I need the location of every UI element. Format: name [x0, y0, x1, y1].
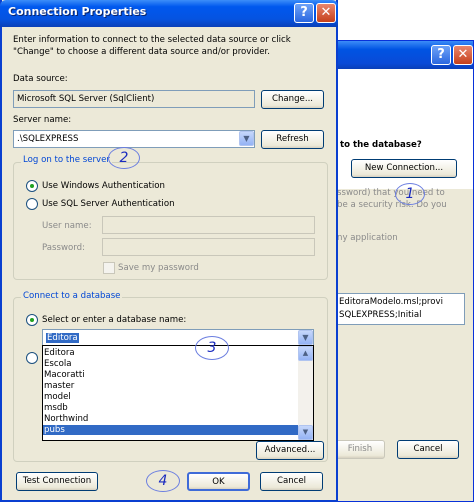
intro-text-line: Enter information to connect to the sele… [13, 35, 291, 45]
test-connection-button[interactable]: Test Connection [16, 472, 98, 491]
finish-button[interactable]: Finish [335, 440, 385, 459]
database-name-value: Editora [46, 333, 79, 343]
dialog-title: Connection Properties [8, 5, 147, 18]
dialog-help-button[interactable]: ? [294, 3, 314, 23]
list-item[interactable]: Macoratti [43, 370, 299, 380]
password-field[interactable] [102, 238, 315, 256]
save-password-label: Save my password [118, 263, 199, 273]
data-source-wizard-window: ? ✕ to the database? New Connection... s… [335, 40, 474, 502]
wizard-heading: to the database? [340, 140, 422, 150]
ok-button[interactable]: OK [187, 472, 250, 491]
connection-properties-dialog: Connection Properties ? ✕ Enter informat… [0, 0, 338, 502]
annotation-3: 3 [195, 336, 229, 360]
list-item[interactable]: model [43, 392, 299, 402]
scroll-up-icon[interactable]: ▲ [298, 346, 313, 361]
annotation-2: 2 [108, 147, 140, 169]
attach-database-radio[interactable] [26, 352, 38, 364]
select-database-label[interactable]: Select or enter a database name: [42, 315, 186, 325]
server-name-value: .\SQLEXPRESS [17, 134, 79, 144]
new-connection-button[interactable]: New Connection... [351, 159, 457, 178]
list-item[interactable]: msdb [43, 403, 299, 413]
scroll-down-icon[interactable]: ▼ [298, 425, 313, 440]
windows-auth-label[interactable]: Use Windows Authentication [42, 181, 165, 191]
wizard-text-line: be a security risk. Do you [337, 200, 447, 210]
save-password-checkbox[interactable] [103, 262, 115, 274]
wizard-text-line: ny application [337, 233, 398, 243]
list-item[interactable]: Northwind [43, 414, 299, 424]
sql-auth-label[interactable]: Use SQL Server Authentication [42, 199, 175, 209]
list-item[interactable]: Escola [43, 359, 299, 369]
intro-text-line: "Change" to choose a different data sour… [13, 47, 271, 57]
windows-auth-radio[interactable] [26, 180, 38, 192]
select-database-radio[interactable] [26, 314, 38, 326]
chevron-down-icon[interactable]: ▼ [298, 330, 313, 345]
user-name-label: User name: [42, 221, 92, 231]
connect-database-group-title: Connect to a database [21, 291, 123, 301]
wizard-text-line: ssword) that you need to [337, 188, 445, 198]
database-name-combo[interactable]: Editora ▼ [42, 329, 314, 346]
list-item-selected[interactable]: pubs [43, 425, 299, 435]
connection-string-box[interactable]: EditoraModelo.msl;provi SQLEXPRESS;Initi… [335, 293, 465, 325]
annotation-1: 1 [395, 183, 425, 205]
cancel-button[interactable]: Cancel [260, 472, 323, 491]
refresh-button[interactable]: Refresh [261, 130, 324, 149]
logon-group-title: Log on to the server [21, 155, 112, 165]
wizard-close-button[interactable]: ✕ [453, 45, 473, 65]
data-source-field: Microsoft SQL Server (SqlClient) [13, 90, 255, 108]
database-dropdown-list[interactable]: Editora Escola Macoratti master model ms… [42, 345, 314, 441]
user-name-field[interactable] [102, 216, 315, 234]
connection-string-line: EditoraModelo.msl;provi [339, 297, 444, 307]
password-label: Password: [42, 243, 86, 253]
annotation-4: 4 [146, 470, 180, 492]
wizard-cancel-button[interactable]: Cancel [397, 440, 459, 459]
change-button[interactable]: Change... [261, 90, 324, 109]
dialog-close-button[interactable]: ✕ [316, 3, 336, 23]
connection-string-line: SQLEXPRESS;Initial [339, 310, 422, 320]
wizard-help-button[interactable]: ? [431, 45, 451, 65]
list-item[interactable]: master [43, 381, 299, 391]
sql-auth-radio[interactable] [26, 198, 38, 210]
list-item[interactable]: Editora [43, 348, 299, 358]
server-name-combo[interactable]: .\SQLEXPRESS ▼ [13, 130, 255, 148]
list-scrollbar[interactable]: ▲ ▼ [298, 346, 313, 440]
chevron-down-icon[interactable]: ▼ [239, 131, 254, 146]
server-name-label: Server name: [13, 115, 72, 125]
advanced-button[interactable]: Advanced... [256, 441, 324, 460]
data-source-label: Data source: [13, 74, 68, 84]
